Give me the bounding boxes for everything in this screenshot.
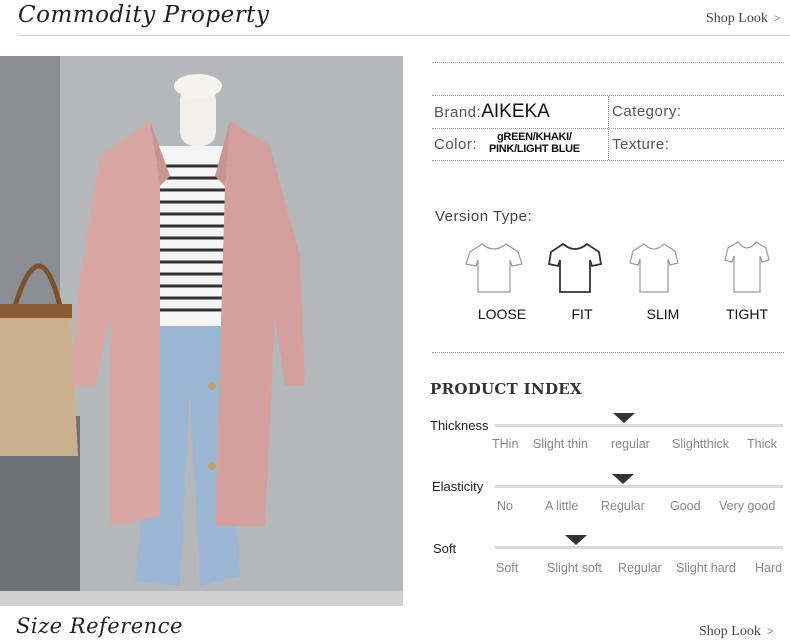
size-reference-title: Size Reference bbox=[16, 614, 183, 638]
coat-illustration bbox=[0, 56, 403, 606]
version-type-title: Version Type: bbox=[435, 208, 533, 225]
texture-label: Texture: bbox=[612, 136, 670, 153]
t-shirt-icon bbox=[465, 243, 523, 293]
color-value: gREEN/KHAKI/ PINK/LIGHT BLUE bbox=[489, 131, 580, 155]
product-photo bbox=[0, 56, 403, 606]
header-divider bbox=[18, 35, 790, 36]
brand-label: Brand: bbox=[434, 104, 482, 121]
elasticity-label: Elasticity bbox=[432, 479, 484, 494]
soft-scale-track bbox=[495, 546, 783, 549]
version-type-fit: FIT bbox=[571, 306, 593, 322]
t-shirt-icon bbox=[629, 243, 679, 293]
soft-label: Soft bbox=[433, 541, 457, 556]
version-type-tight: TIGHT bbox=[726, 306, 768, 322]
version-type-slim: SLIM bbox=[646, 306, 680, 322]
elasticity-scale-2: Regular bbox=[601, 499, 645, 513]
product-index-title: PRODUCT INDEX bbox=[430, 380, 582, 398]
soft-scale-2: Regular bbox=[618, 561, 662, 575]
thickness-label: Thickness bbox=[430, 418, 489, 433]
triangle-marker-icon bbox=[565, 535, 587, 545]
version-type-loose: LOOSE bbox=[477, 306, 527, 322]
category-label: Category: bbox=[612, 103, 682, 120]
shop-look-label: Shop Look bbox=[706, 11, 768, 26]
soft-scale-4: Hard bbox=[755, 561, 783, 575]
shop-look-link-bottom[interactable]: Shop Look > bbox=[699, 624, 774, 640]
page-title: Commodity Property bbox=[18, 2, 270, 28]
elasticity-scale-3: Good bbox=[670, 499, 701, 513]
thickness-scale-3: Slightthick bbox=[672, 437, 729, 451]
color-value-line1: gREEN/KHAKI/ bbox=[497, 131, 572, 143]
t-shirt-icon bbox=[547, 242, 603, 293]
color-label: Color: bbox=[434, 136, 478, 153]
shop-look-link-top[interactable]: Shop Look > bbox=[706, 11, 781, 27]
thickness-scale-0: THin bbox=[492, 437, 519, 451]
elasticity-scale-1: A little bbox=[545, 499, 579, 513]
elasticity-scale-track bbox=[495, 485, 783, 488]
spec-column-divider bbox=[608, 96, 609, 160]
soft-scale-1: Slight soft bbox=[547, 561, 602, 575]
elasticity-scale-0: No bbox=[497, 499, 513, 513]
chevron-right-icon: > bbox=[766, 624, 774, 638]
spec-top-divider bbox=[432, 62, 784, 63]
thickness-scale-4: Thick bbox=[747, 437, 777, 451]
brand-field: Brand:AIKEKA bbox=[434, 101, 550, 123]
spec-table-bottom-border bbox=[432, 160, 784, 161]
brand-value: AIKEKA bbox=[481, 101, 550, 122]
shop-look-label: Shop Look bbox=[699, 624, 761, 639]
t-shirt-icon bbox=[724, 241, 770, 293]
color-value-line2: PINK/LIGHT BLUE bbox=[489, 143, 580, 155]
elasticity-scale-4: Very good bbox=[719, 499, 776, 513]
thickness-scale-1: Slight thin bbox=[533, 437, 588, 451]
triangle-marker-icon bbox=[612, 474, 634, 484]
soft-scale-0: Soft bbox=[496, 561, 519, 575]
thickness-scale-track bbox=[495, 424, 783, 427]
chevron-right-icon: > bbox=[773, 11, 781, 25]
triangle-marker-icon bbox=[613, 413, 635, 423]
version-bottom-divider bbox=[432, 352, 784, 353]
thickness-scale-2: regular bbox=[611, 437, 650, 451]
soft-scale-3: Slight hard bbox=[676, 561, 736, 575]
